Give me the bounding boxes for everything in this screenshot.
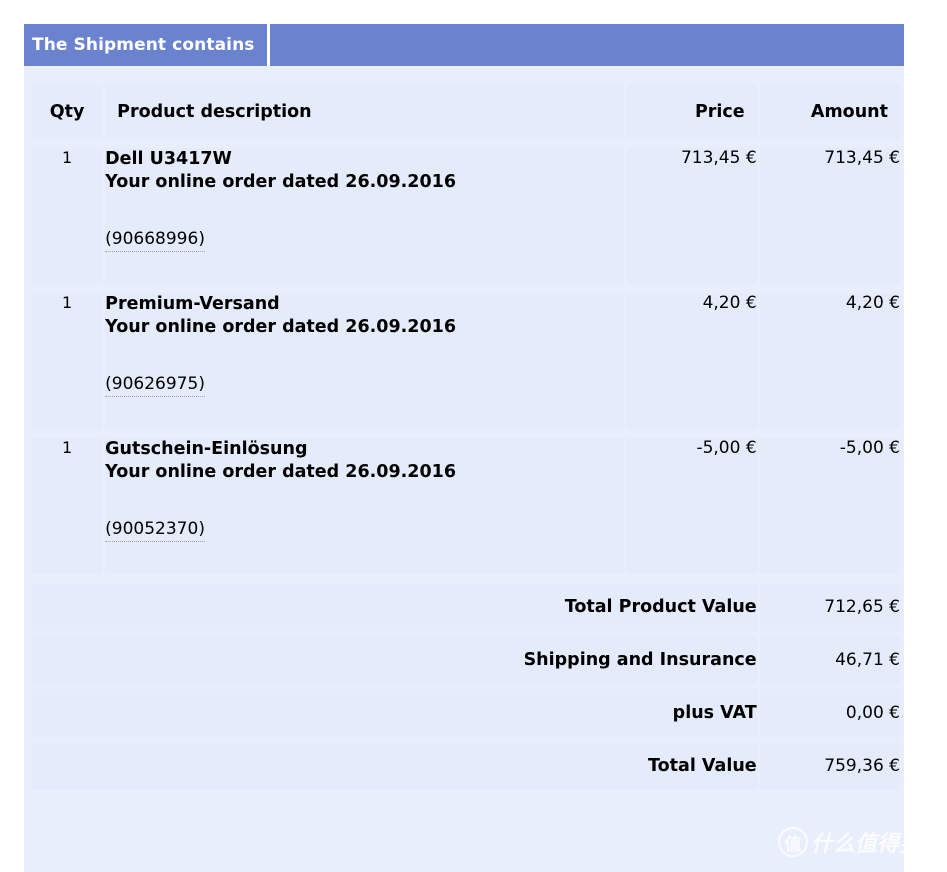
cell-description: Premium-Versand Your online order dated … xyxy=(105,293,625,429)
column-header-price: Price xyxy=(627,84,757,139)
product-order-reference[interactable]: (90052370) xyxy=(105,519,205,542)
table-row: 1 Premium-Versand Your online order date… xyxy=(32,293,900,429)
summary-label: plus VAT xyxy=(32,689,757,737)
summary-label: Total Product Value xyxy=(32,583,757,631)
product-order-line: Your online order dated 26.09.2016 xyxy=(105,317,456,338)
cell-amount: 4,20 € xyxy=(759,293,900,429)
cell-qty: 1 xyxy=(32,438,103,574)
row-spacer xyxy=(32,574,900,583)
product-order-reference[interactable]: (90626975) xyxy=(105,374,205,397)
cell-amount: -5,00 € xyxy=(759,438,900,574)
tab-strip-filler xyxy=(270,24,904,66)
cell-description: Dell U3417W Your online order dated 26.0… xyxy=(105,148,625,284)
product-order-line: Your online order dated 26.09.2016 xyxy=(105,462,456,483)
shipment-panel: The Shipment contains Qty Product descri… xyxy=(24,24,904,872)
invoice-table: Qty Product description Price Amount 1 D… xyxy=(29,84,903,790)
summary-label: Shipping and Insurance xyxy=(32,636,757,684)
column-header-amount: Amount xyxy=(759,84,900,139)
cell-amount: 713,45 € xyxy=(759,148,900,284)
row-spacer xyxy=(32,284,900,293)
table-row: 1 Gutschein-Einlösung Your online order … xyxy=(32,438,900,574)
tab-shipment-contains[interactable]: The Shipment contains xyxy=(24,24,270,66)
invoice-page: The Shipment contains Qty Product descri… xyxy=(0,0,947,872)
summary-value: 46,71 € xyxy=(759,636,900,684)
summary-row-total: Total Value 759,36 € xyxy=(32,742,900,790)
summary-value-total: 759,36 € xyxy=(759,742,900,790)
summary-row: Shipping and Insurance 46,71 € xyxy=(32,636,900,684)
summary-value: 0,00 € xyxy=(759,689,900,737)
row-spacer xyxy=(32,139,900,148)
cell-qty: 1 xyxy=(32,293,103,429)
column-header-description: Product description xyxy=(105,84,625,139)
summary-value: 712,65 € xyxy=(759,583,900,631)
tab-strip: The Shipment contains xyxy=(24,24,904,66)
product-order-line: Your online order dated 26.09.2016 xyxy=(105,172,456,193)
column-header-qty: Qty xyxy=(32,84,103,139)
product-order-reference[interactable]: (90668996) xyxy=(105,229,205,252)
table-header-row: Qty Product description Price Amount xyxy=(32,84,900,139)
cell-price: 713,45 € xyxy=(627,148,757,284)
summary-row: Total Product Value 712,65 € xyxy=(32,583,900,631)
table-row: 1 Dell U3417W Your online order dated 26… xyxy=(32,148,900,284)
product-name: Gutschein-Einlösung xyxy=(105,439,308,459)
invoice-table-wrapper: Qty Product description Price Amount 1 D… xyxy=(24,66,904,790)
cell-price: 4,20 € xyxy=(627,293,757,429)
cell-qty: 1 xyxy=(32,148,103,284)
summary-label-total: Total Value xyxy=(32,742,757,790)
cell-price: -5,00 € xyxy=(627,438,757,574)
tab-shipment-contains-label: The Shipment contains xyxy=(32,35,255,55)
product-name: Premium-Versand xyxy=(105,294,280,314)
product-name: Dell U3417W xyxy=(105,149,232,169)
row-spacer xyxy=(32,429,900,438)
summary-row: plus VAT 0,00 € xyxy=(32,689,900,737)
cell-description: Gutschein-Einlösung Your online order da… xyxy=(105,438,625,574)
